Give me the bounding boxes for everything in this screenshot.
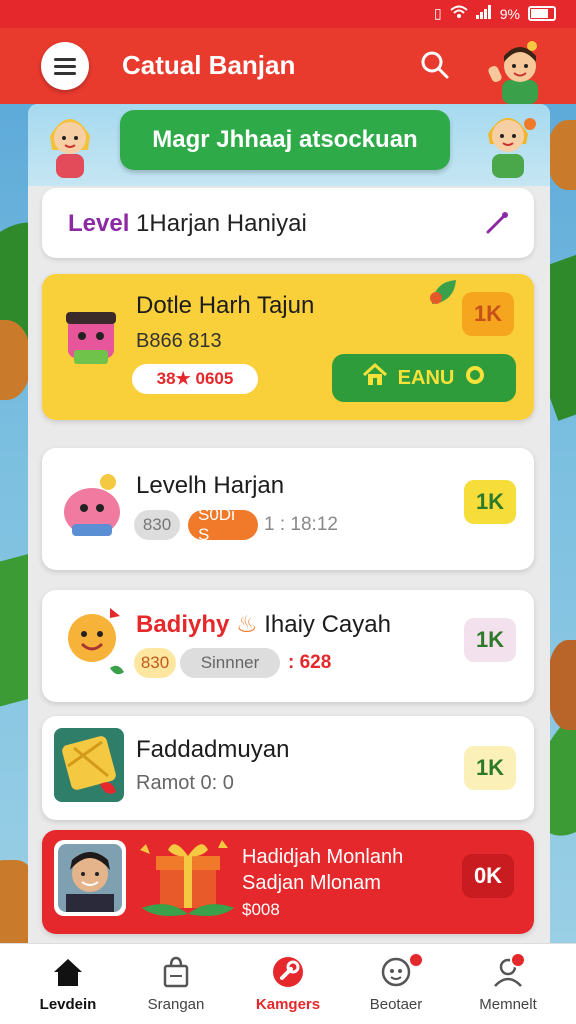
home-icon: [52, 956, 84, 988]
gift-price: $008: [242, 900, 280, 919]
signal-icon: [475, 5, 492, 22]
battery-percent: 9%: [499, 5, 520, 22]
gift-title-line1: Hadidjah Monlanh: [242, 846, 404, 868]
earn-button[interactable]: EANU: [332, 354, 516, 402]
notification-dot: [510, 952, 526, 968]
waffle-card[interactable]: Faddadmuyan Ramot 0: 0 1K: [42, 716, 534, 820]
edit-icon[interactable]: [484, 210, 510, 241]
gift-card[interactable]: Hadidjah Monlanh Sadjan Mlonam $008 0K: [42, 830, 534, 934]
card-title: Badiyhy ♨ Ihaiy Cayah: [136, 611, 391, 638]
featured-card[interactable]: Dotle Harh Tajun B866 813 38★ 0605 1K EA…: [42, 274, 534, 420]
score-text: : 628: [288, 652, 332, 673]
card-subtitle: B866 813: [136, 330, 222, 352]
person-photo: [54, 840, 126, 921]
coin-icon: [464, 364, 486, 392]
pink-creature-icon: [58, 472, 128, 545]
tab-shop[interactable]: Srangan: [126, 944, 226, 1024]
level-search-bar[interactable]: Level 1Harjan Haniyai: [42, 188, 534, 258]
winner-pill: Sinnner: [180, 648, 280, 678]
challenge-card[interactable]: Badiyhy ♨ Ihaiy Cayah 830 Sinnner : 628 …: [42, 590, 534, 702]
card-title: Dotle Harh Tajun: [136, 292, 315, 319]
status-bar: ▯ 9%: [0, 0, 576, 28]
cartoon-girl-icon: [42, 106, 98, 187]
timer-text: 1 : 18:12: [264, 514, 338, 535]
bag-icon: [160, 956, 192, 988]
battery-icon: [528, 6, 556, 21]
main-panel: Magr Jhhaaj atsockuan Level 1Harjan Hani…: [28, 104, 550, 1024]
level-card[interactable]: Levelh Harjan 830 S0Di S 1 : 18:12 1K: [42, 448, 534, 570]
app-title: Catual Banjan: [122, 50, 296, 80]
app-bar: Catual Banjan: [0, 28, 576, 104]
profile-avatar[interactable]: [488, 36, 552, 104]
cartoon-boy-icon: [478, 104, 538, 189]
card-title: Faddadmuyan: [136, 736, 290, 763]
card-subtitle: Ramot 0: 0: [136, 772, 234, 794]
reward-badge: 1K: [464, 480, 516, 524]
promo-banner-button[interactable]: Magr Jhhaaj atsockuan: [120, 110, 450, 170]
count-pill: 830: [134, 510, 180, 540]
reward-badge: 0K: [462, 854, 514, 898]
wrench-icon: [272, 956, 304, 988]
count-pill: 830: [134, 648, 176, 678]
promo-banner: Magr Jhhaaj atsockuan: [28, 104, 550, 186]
happy-sun-icon: [58, 602, 130, 687]
reward-badge: 1K: [462, 292, 514, 336]
waffle-icon: [54, 728, 124, 807]
reward-badge: 1K: [464, 746, 516, 790]
card-title: Levelh Harjan: [136, 472, 285, 499]
tab-tools[interactable]: Kamgers: [238, 944, 338, 1024]
leaf-icon: [426, 276, 462, 315]
search-icon[interactable]: [420, 50, 450, 80]
gift-title-line2: Sadjan Mlonam: [242, 872, 381, 894]
notification-dot: [408, 952, 424, 968]
pink-robot-icon: [60, 304, 126, 375]
bottom-tab-bar: Levdein Srangan Kamgers Beotaer Memnelt: [0, 943, 576, 1024]
tab-chat[interactable]: Beotaer: [346, 944, 446, 1024]
wifi-icon: [450, 5, 468, 22]
fire-icon: ♨: [236, 611, 258, 638]
tab-member[interactable]: Memnelt: [458, 944, 558, 1024]
stars-pill: 38★ 0605: [132, 364, 258, 394]
status-pill: S0Di S: [188, 505, 258, 544]
earn-button-label: EANU: [397, 366, 455, 389]
house-icon: [362, 362, 388, 393]
reward-badge: 1K: [464, 618, 516, 662]
tab-home[interactable]: Levdein: [18, 944, 118, 1024]
level-label: Level 1Harjan Haniyai: [68, 210, 307, 237]
vibrate-icon: ▯: [434, 5, 442, 21]
menu-button[interactable]: [41, 42, 89, 90]
gift-box-icon: [138, 834, 238, 925]
